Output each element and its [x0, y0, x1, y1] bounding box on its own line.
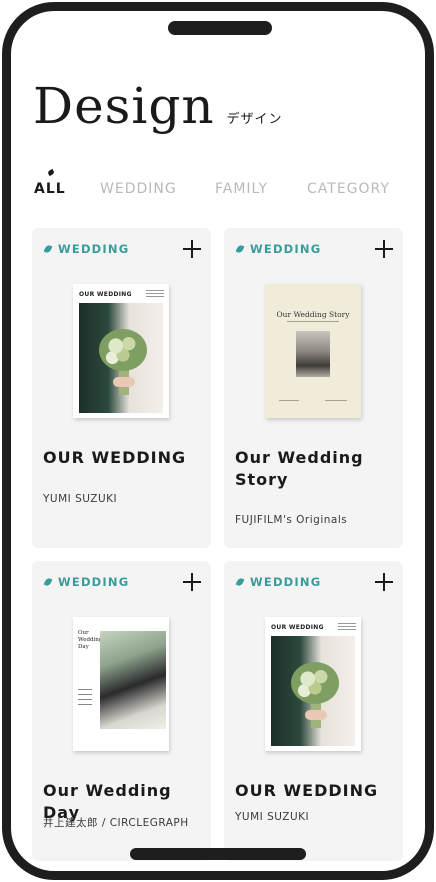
- cover-details: [146, 290, 164, 298]
- home-indicator[interactable]: [130, 848, 306, 860]
- cover-photo: [79, 303, 163, 413]
- card-tag: WEDDING: [58, 242, 130, 256]
- design-card[interactable]: WEDDING OUR WEDDING OUR WEDDING YUMI SUZ…: [224, 561, 403, 861]
- active-tab-indicator: [47, 168, 55, 177]
- cover-masthead: OUR WEDDING: [79, 291, 132, 298]
- book-cover: Our Wedding Day: [73, 617, 169, 751]
- design-card[interactable]: WEDDING Our Wedding Story Our Wedding St…: [224, 228, 403, 548]
- card-author: YUMI SUZUKI: [43, 493, 118, 505]
- cover-photo: [271, 636, 355, 746]
- card-title: Our Wedding Story: [235, 448, 364, 489]
- leaf-icon: [43, 244, 53, 254]
- card-tag: WEDDING: [250, 575, 322, 589]
- card-tag-row: WEDDING: [43, 242, 130, 256]
- page-header: Design デザイン: [33, 77, 283, 135]
- card-tag-row: WEDDING: [43, 575, 130, 589]
- cover-masthead: OUR WEDDING: [271, 624, 324, 631]
- card-title: OUR WEDDING: [235, 781, 379, 800]
- card-title: OUR WEDDING: [43, 448, 187, 467]
- leaf-icon: [43, 577, 53, 587]
- plus-icon[interactable]: [375, 240, 393, 258]
- book-cover: OUR WEDDING: [73, 284, 169, 418]
- card-author: YUMI SUZUKI: [235, 811, 310, 823]
- tab-all[interactable]: ALL: [34, 168, 66, 197]
- cover-details: [78, 689, 92, 709]
- card-author: FUJIFILM's Originals: [235, 514, 348, 526]
- tab-wedding[interactable]: WEDDING: [100, 181, 177, 197]
- cover-details: [338, 623, 356, 631]
- card-tag-row: WEDDING: [235, 575, 322, 589]
- page-subtitle: デザイン: [226, 112, 283, 127]
- leaf-icon: [235, 244, 245, 254]
- plus-icon[interactable]: [375, 573, 393, 591]
- leaf-icon: [235, 577, 245, 587]
- page-title: Design: [33, 77, 215, 135]
- card-tag: WEDDING: [250, 242, 322, 256]
- card-tag-row: WEDDING: [235, 242, 322, 256]
- card-author: 井上建太郎 / CIRCLEGRAPH: [43, 817, 189, 829]
- category-tabs: ALL WEDDING FAMILY CATEGORY: [33, 168, 413, 205]
- phone-frame: Design デザイン ALL WEDDING FAMILY CATEGORY …: [2, 2, 434, 880]
- book-cover: OUR WEDDING: [265, 617, 361, 751]
- cover-title: Our Wedding Story: [276, 310, 350, 319]
- phone-notch: [168, 21, 272, 35]
- cover-photo: [100, 631, 166, 729]
- book-cover: Our Wedding Story: [265, 284, 361, 418]
- cover-title: Our Wedding Day: [78, 630, 103, 650]
- cover-photo: [296, 331, 330, 377]
- tab-label: ALL: [34, 181, 66, 197]
- plus-icon[interactable]: [183, 573, 201, 591]
- card-tag: WEDDING: [58, 575, 130, 589]
- tab-category[interactable]: CATEGORY: [307, 181, 390, 197]
- plus-icon[interactable]: [183, 240, 201, 258]
- design-card[interactable]: WEDDING OUR WEDDING OUR WEDDING YUMI SUZ…: [32, 228, 211, 548]
- tab-family[interactable]: FAMILY: [215, 181, 268, 197]
- design-card[interactable]: WEDDING Our Wedding Day Our Wedding Day …: [32, 561, 211, 861]
